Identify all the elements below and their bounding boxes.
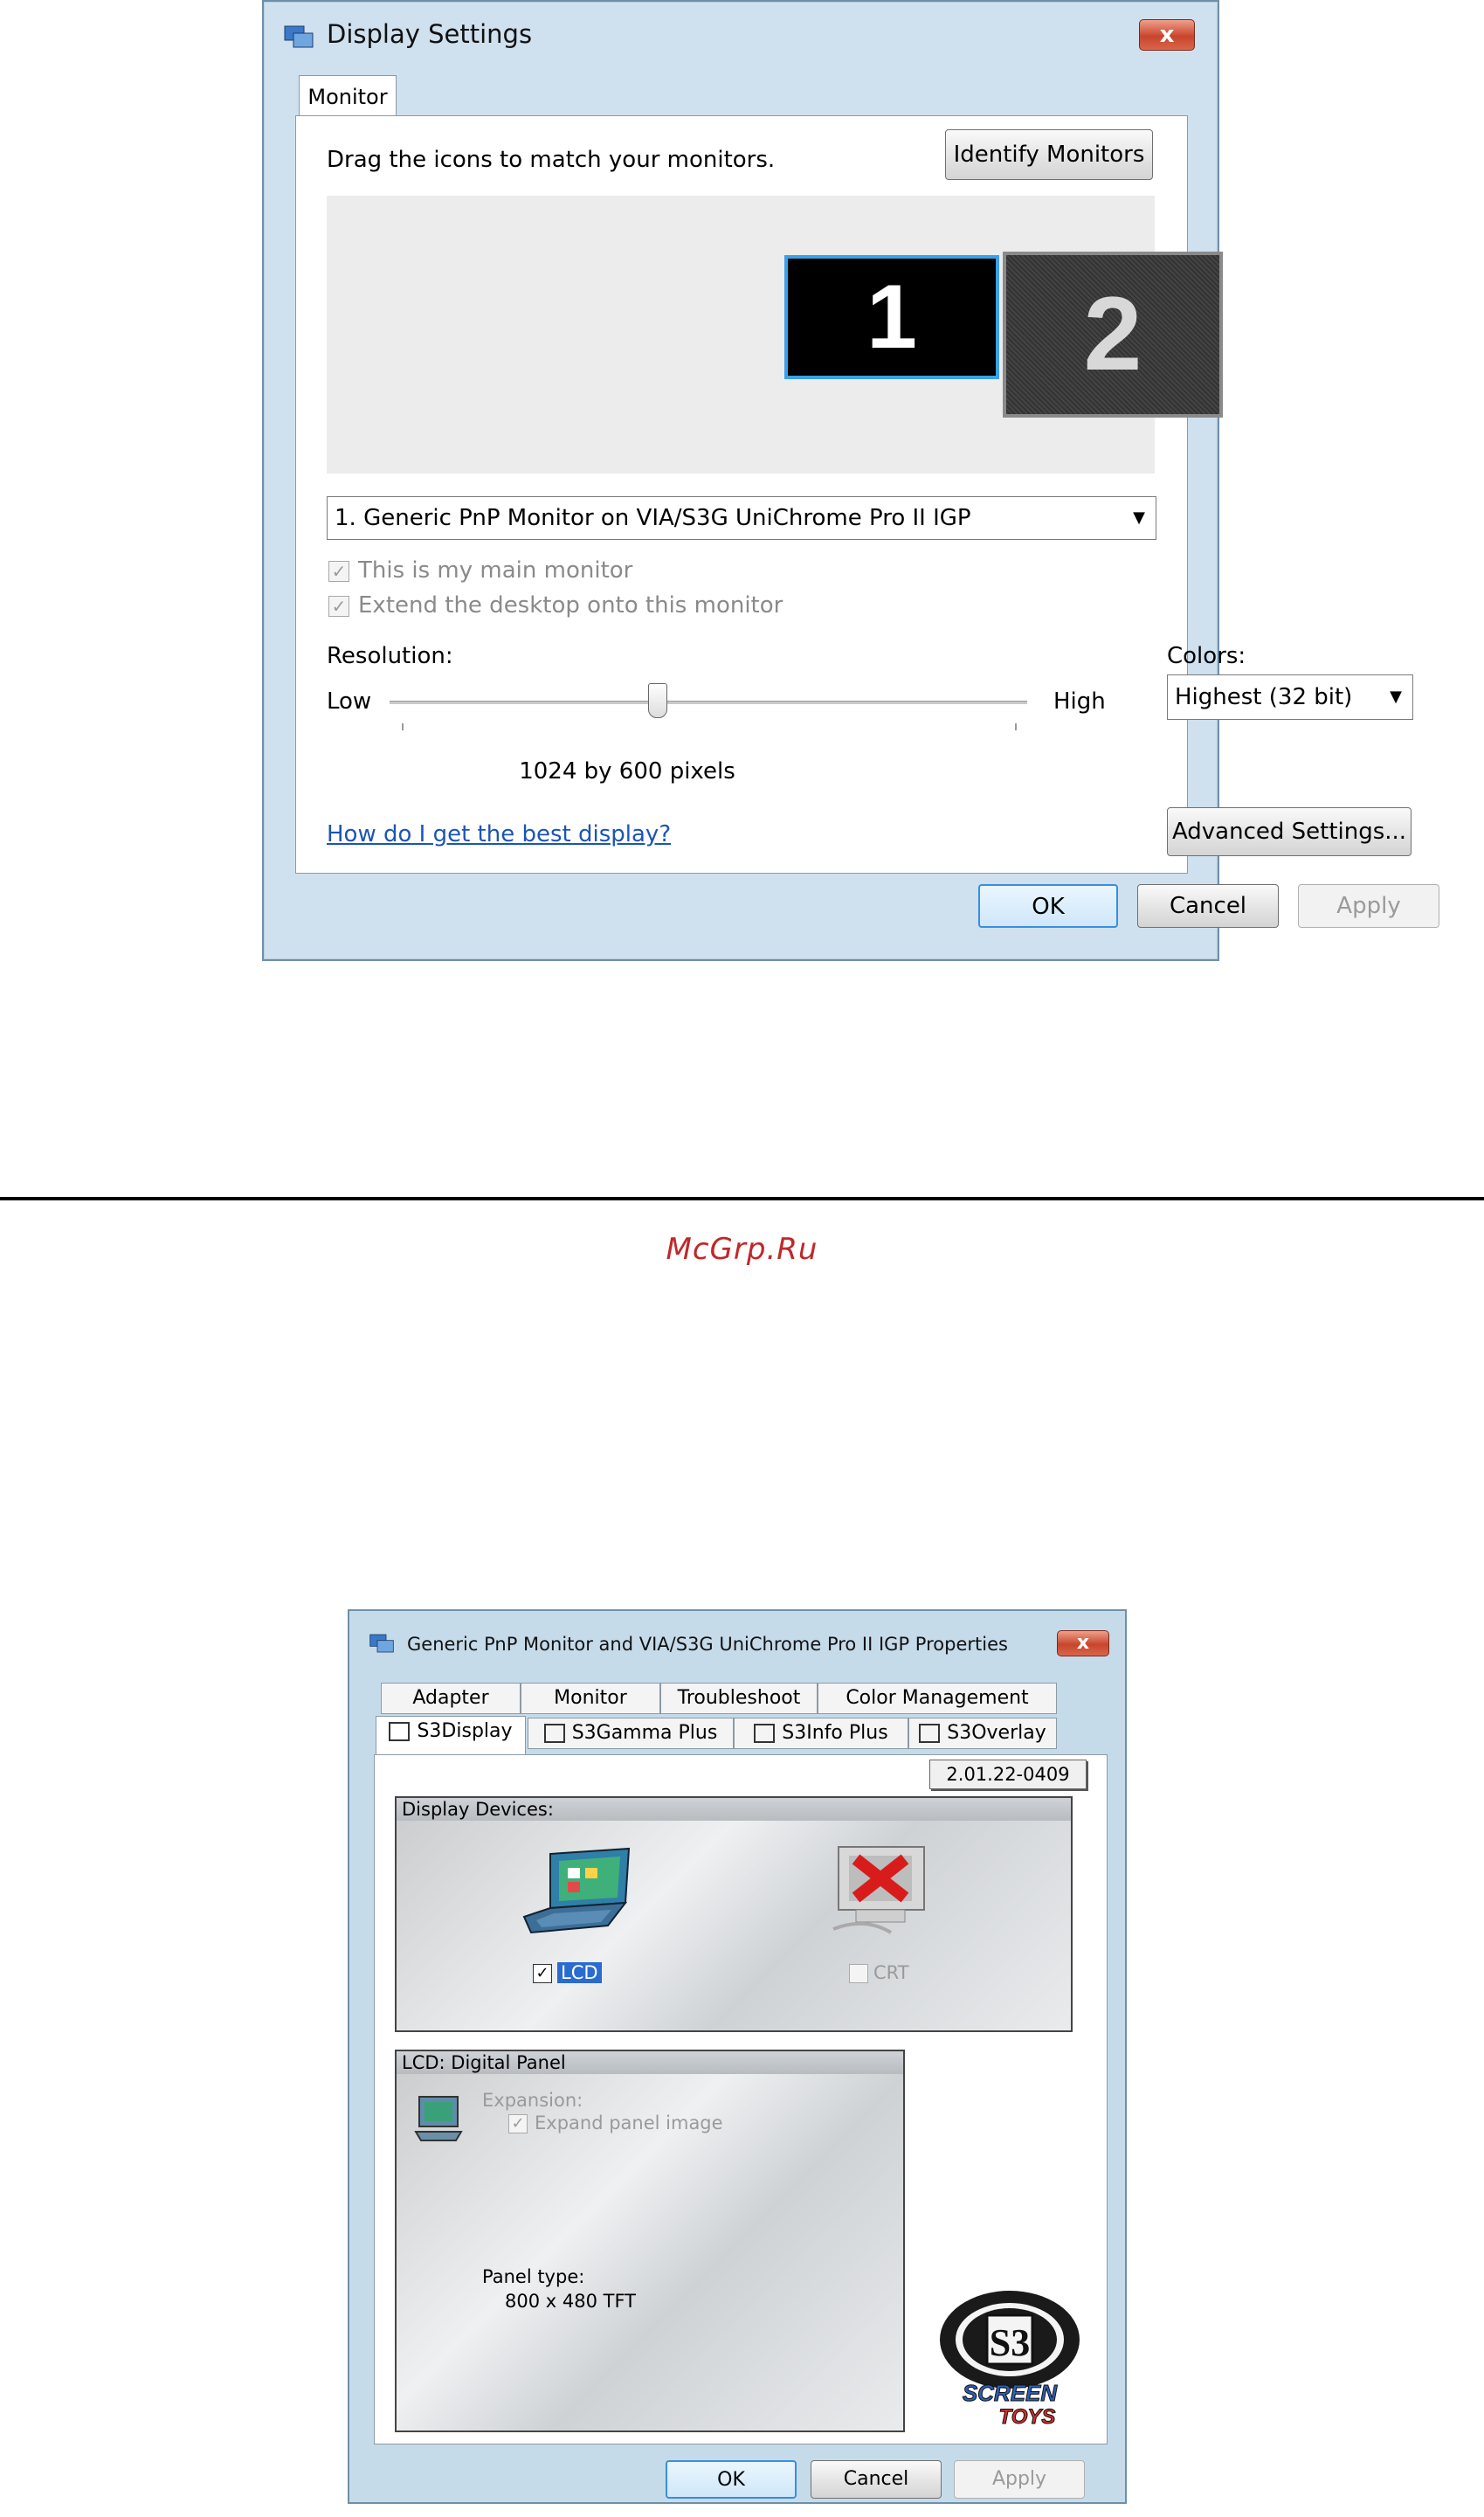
close-button[interactable]: x [1057, 1630, 1109, 1656]
window-title: Display Settings [327, 19, 533, 49]
tab-color-management[interactable]: Color Management [818, 1683, 1057, 1714]
display-devices-header: Display Devices: [397, 1798, 1071, 1821]
resolution-slider-thumb[interactable] [647, 683, 667, 718]
monitor-2-icon[interactable]: 2 [1003, 252, 1223, 418]
expand-panel-checkbox[interactable]: ✓ [508, 2114, 528, 2133]
cancel-button[interactable]: Cancel [811, 2460, 942, 2499]
window-title: Generic PnP Monitor and VIA/S3G UniChrom… [407, 1634, 1008, 1655]
monitor-select-value: 1. Generic PnP Monitor on VIA/S3G UniChr… [335, 505, 971, 531]
tab-s3display-label: S3Display [417, 1720, 513, 1742]
colors-select-value: Highest (32 bit) [1175, 684, 1353, 710]
version-badge: 2.01.22-0409 [929, 1760, 1087, 1789]
resolution-slider-track[interactable] [390, 701, 1027, 704]
expand-panel-label: Expand panel image [535, 2112, 723, 2133]
slider-tick [1015, 723, 1017, 730]
s3-tab-icon [543, 1724, 565, 1743]
colors-select[interactable]: Highest (32 bit) ▼ [1167, 674, 1413, 720]
main-monitor-checkbox[interactable]: ✓ [328, 561, 349, 582]
apply-button[interactable]: Apply [954, 2460, 1085, 2499]
main-monitor-label: This is my main monitor [358, 557, 633, 584]
display-devices-group [395, 1796, 1073, 2032]
lcd-panel-header: LCD: Digital Panel [397, 2051, 903, 2074]
svg-text:TOYS: TOYS [999, 2405, 1056, 2427]
tab-adapter[interactable]: Adapter [381, 1683, 521, 1714]
chevron-down-icon: ▼ [1133, 508, 1145, 527]
cancel-button[interactable]: Cancel [1137, 884, 1279, 928]
panel-type-label: Panel type: [482, 2266, 585, 2287]
resolution-label: Resolution: [327, 643, 453, 669]
crt-disabled-icon[interactable] [830, 1842, 943, 1943]
crt-label: CRT [873, 1962, 909, 1983]
ok-button[interactable]: OK [666, 2460, 797, 2499]
tab-troubleshoot[interactable]: Troubleshoot [660, 1683, 818, 1714]
display-settings-icon [369, 1634, 394, 1653]
close-button[interactable]: x [1139, 19, 1195, 51]
laptop-lcd-icon[interactable] [515, 1845, 638, 1941]
display-settings-icon [284, 25, 314, 48]
low-label: Low [327, 688, 372, 715]
tab-s3gamma-plus[interactable]: S3Gamma Plus [528, 1718, 734, 1749]
tab-monitor[interactable]: Monitor [521, 1683, 660, 1714]
tab-s3gamma-plus-label: S3Gamma Plus [571, 1722, 718, 1744]
svg-text:SCREEN: SCREEN [963, 2380, 1059, 2406]
help-link[interactable]: How do I get the best display? [327, 821, 671, 847]
monitor-1-icon[interactable]: 1 [784, 255, 999, 379]
expansion-label: Expansion: [482, 2090, 583, 2111]
tab-s3info-plus[interactable]: S3Info Plus [734, 1718, 908, 1749]
extend-desktop-checkbox[interactable]: ✓ [328, 596, 349, 617]
lcd-checkbox[interactable]: ✓ [533, 1964, 552, 1983]
identify-monitors-button[interactable]: Identify Monitors [945, 129, 1153, 180]
tab-s3overlay-label: S3Overlay [947, 1722, 1046, 1744]
high-label: High [1053, 688, 1106, 715]
display-settings-window: Display Settings x Monitor Drag the icon… [262, 0, 1439, 961]
extend-desktop-label: Extend the desktop onto this monitor [358, 592, 783, 619]
chevron-down-icon: ▼ [1390, 688, 1402, 706]
monitor-select[interactable]: 1. Generic PnP Monitor on VIA/S3G UniChr… [327, 496, 1156, 540]
panel-type-value: 800 x 480 TFT [505, 2291, 636, 2312]
crt-checkbox[interactable] [849, 1964, 868, 1983]
tab-monitor[interactable]: Monitor [299, 75, 397, 119]
ok-button[interactable]: OK [978, 884, 1118, 928]
tab-s3overlay[interactable]: S3Overlay [908, 1718, 1057, 1749]
lcd-label: LCD [557, 1962, 602, 1983]
s3-tab-icon [389, 1722, 411, 1741]
lcd-panel-group [395, 2050, 905, 2432]
apply-button[interactable]: Apply [1298, 884, 1439, 928]
slider-tick [402, 723, 404, 730]
s3-screen-toys-logo: S3 SCREEN TOYS [940, 2291, 1080, 2427]
drag-hint: Drag the icons to match your monitors. [327, 147, 776, 173]
svg-text:S3: S3 [990, 2321, 1030, 2364]
advanced-settings-button[interactable]: Advanced Settings... [1167, 807, 1412, 856]
tab-s3display[interactable]: S3Display [376, 1716, 526, 1756]
colors-label: Colors: [1167, 643, 1246, 669]
tab-s3info-plus-label: S3Info Plus [782, 1722, 888, 1744]
s3-tab-icon [919, 1724, 941, 1743]
s3-properties-window: Generic PnP Monitor and VIA/S3G UniChrom… [348, 1609, 1127, 2504]
s3-tab-icon [754, 1724, 776, 1743]
resolution-value: 1024 by 600 pixels [519, 758, 735, 785]
page-divider [0, 1197, 1484, 1200]
lcd-monitor-icon [414, 2096, 463, 2141]
watermark-caption: McGrp.Ru [666, 1232, 818, 1267]
